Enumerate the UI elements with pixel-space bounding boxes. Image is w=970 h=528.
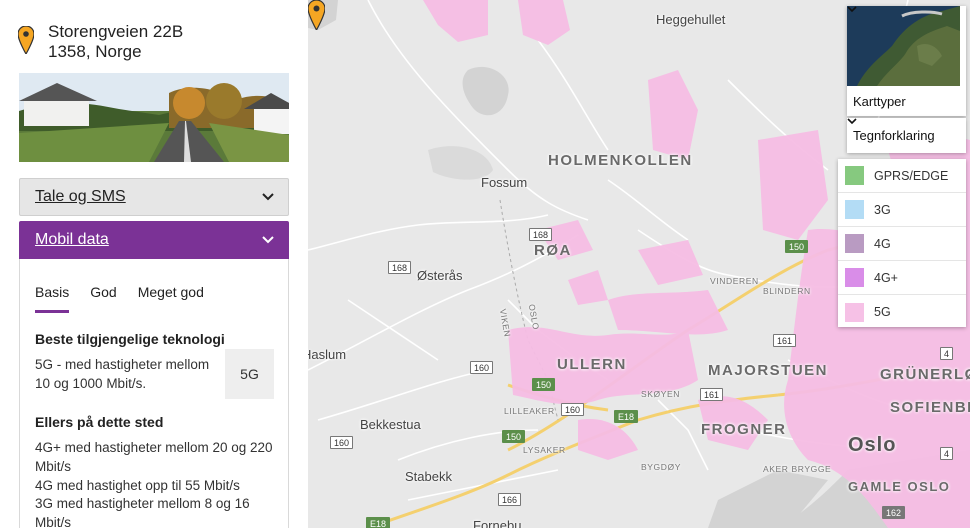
legend-swatch	[845, 234, 864, 253]
road-shield: 4	[940, 447, 954, 460]
legend-item-gprs[interactable]: GPRS/EDGE	[838, 159, 966, 193]
place-grunerlokka: GRÜNERLØ	[880, 366, 970, 383]
info-panel: Storengveien 22B 1358, Norge Tale og SMS…	[0, 0, 308, 528]
place-haslum: Haslum	[308, 347, 347, 362]
map-type-control[interactable]: Karttyper	[847, 6, 966, 116]
legend-label: GPRS/EDGE	[874, 168, 949, 183]
road-shield: 166	[498, 493, 522, 506]
road-shield: 168	[388, 261, 412, 274]
other-item-4gplus: 4G+ med hastigheter mellom 20 og 220 Mbi…	[35, 440, 273, 474]
road-shield: 168	[529, 228, 553, 241]
tech-badge: 5G	[225, 349, 274, 399]
legend-label: Tegnforklaring	[853, 128, 935, 143]
place-frogner: FROGNER	[701, 421, 787, 438]
legend-item-4gplus[interactable]: 4G+	[838, 261, 966, 295]
chevron-down-icon	[262, 236, 274, 244]
place-roa: RØA	[534, 242, 572, 259]
road-shield: 150	[785, 240, 809, 253]
place-lilleaker: LILLEAKER	[504, 406, 555, 416]
road-shield: 150	[502, 430, 526, 443]
legend-swatch	[845, 268, 864, 287]
place-fornebu: Fornebu	[473, 518, 522, 528]
satellite-thumbnail[interactable]	[847, 6, 963, 89]
road-shield: 150	[532, 378, 556, 391]
mobile-data-content: Basis God Meget god Beste tilgjengelige …	[19, 259, 289, 528]
coverage-map[interactable]: Heggehullet HOLMENKOLLEN Fossum RØA Øste…	[308, 0, 970, 528]
place-osteras: Østerås	[417, 268, 463, 283]
chevron-down-icon	[847, 6, 857, 13]
tab-god[interactable]: God	[90, 284, 116, 313]
voice-sms-label: Tale og SMS	[35, 188, 126, 205]
address-postcode: 1358, Norge	[48, 42, 142, 61]
location-pin-icon	[18, 26, 34, 54]
road-shield: E18	[366, 517, 391, 528]
checkmark-icon	[838, 159, 850, 169]
legend-panel: GPRS/EDGE 3G 4G 4G+ 5G	[838, 159, 966, 327]
road-shield: 161	[700, 388, 724, 401]
place-sofienberg: SOFIENBE	[890, 399, 970, 416]
legend-label: 5G	[874, 305, 891, 319]
place-stabekk: Stabekk	[405, 469, 452, 484]
road-shield: E18	[614, 410, 639, 423]
tab-basis[interactable]: Basis	[35, 284, 70, 313]
other-item-4g: 4G med hastighet opp til 55 Mbit/s	[35, 478, 240, 493]
best-tech-text: 5G - med hastigheter mellom 10 og 1000 M…	[35, 357, 210, 391]
road-shield: 160	[561, 403, 585, 416]
address-street: Storengveien 22B	[48, 22, 184, 41]
place-oslo: Oslo	[848, 434, 897, 456]
place-blindern: BLINDERN	[763, 286, 811, 296]
mobile-data-label: Mobil data	[35, 231, 109, 248]
place-majorstuen: MAJORSTUEN	[708, 362, 829, 379]
address-block: Storengveien 22B 1358, Norge	[18, 22, 183, 62]
legend-label: 4G	[874, 236, 891, 251]
place-gamle-oslo: GAMLE OSLO	[848, 479, 951, 494]
map-types-label: Karttyper	[853, 94, 906, 109]
place-holmenkollen: HOLMENKOLLEN	[548, 152, 693, 169]
legend-item-5g[interactable]: 5G	[838, 159, 966, 329]
place-bygdoy: BYGDØY	[641, 462, 681, 472]
road-shield: 4	[940, 347, 954, 360]
legend-swatch	[845, 200, 864, 219]
legend-item-4g[interactable]: 4G	[838, 227, 966, 261]
chevron-down-icon	[262, 193, 274, 201]
best-tech-heading: Beste tilgjengelige teknologi	[35, 331, 225, 347]
mobile-data-accordion[interactable]: Mobil data	[19, 221, 289, 259]
road-shield: 160	[470, 361, 494, 374]
legend-label: 4G+	[874, 270, 898, 285]
tab-meget-god[interactable]: Meget god	[138, 284, 204, 313]
place-bekkestua: Bekkestua	[360, 417, 421, 432]
chevron-down-icon	[847, 118, 857, 125]
place-aker-brygge: AKER BRYGGE	[763, 464, 832, 474]
other-item-3g: 3G med hastigheter mellom 8 og 16 Mbit/s	[35, 496, 250, 528]
place-skoyen: SKØYEN	[641, 389, 681, 399]
voice-sms-accordion[interactable]: Tale og SMS	[19, 178, 289, 216]
map-location-pin-icon[interactable]	[308, 0, 325, 30]
road-shield: 160	[330, 436, 354, 449]
place-ullern: ULLERN	[557, 356, 627, 373]
legend-label: 3G	[874, 202, 891, 217]
road-shield: 162	[882, 506, 906, 519]
place-fossum: Fossum	[481, 175, 528, 190]
quality-tabs: Basis God Meget god	[35, 284, 225, 313]
street-view-photo[interactable]	[19, 73, 289, 162]
other-heading: Ellers på dette sted	[35, 414, 164, 430]
road-shield: 161	[773, 334, 797, 347]
place-vinderen: VINDEREN	[710, 276, 759, 286]
place-heggehullet: Heggehullet	[656, 12, 726, 27]
legend-swatch	[838, 159, 864, 322]
legend-item-3g[interactable]: 3G	[838, 193, 966, 227]
legend-toggle[interactable]: Tegnforklaring	[847, 118, 966, 153]
place-lysaker: LYSAKER	[523, 445, 566, 455]
